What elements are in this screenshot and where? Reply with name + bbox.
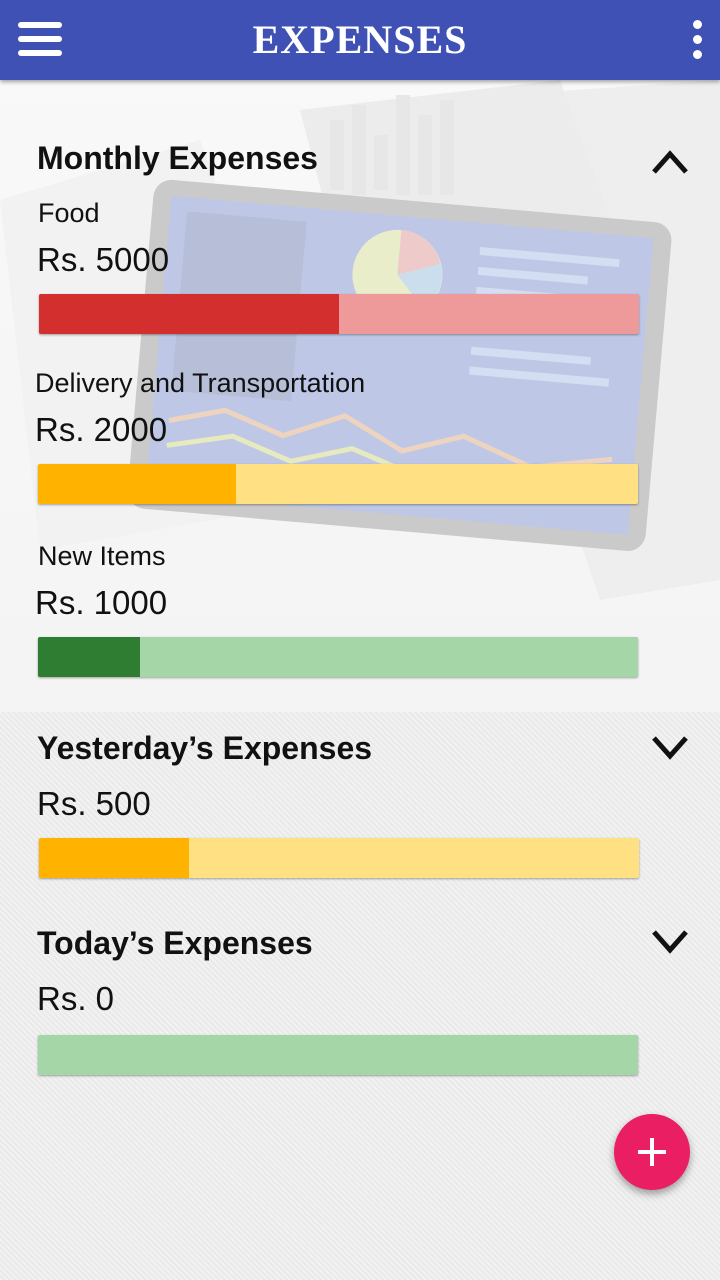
expense-item-label-delivery: Delivery and Transportation <box>35 368 366 398</box>
progress-bar-today <box>38 1035 638 1075</box>
yesterday-amount: Rs. 500 <box>37 785 151 822</box>
progress-fill-delivery <box>38 464 236 504</box>
app-bar: EXPENSES <box>0 0 720 80</box>
progress-bar-delivery <box>38 464 638 504</box>
app-title: EXPENSES <box>252 17 468 62</box>
chevron-up-icon[interactable] <box>650 146 690 176</box>
expense-item-amount-new-items: Rs. 1000 <box>35 584 168 621</box>
today-expenses-title: Today’s Expenses <box>37 925 313 961</box>
expense-item-label-new-items: New Items <box>38 541 166 571</box>
progress-bar-food <box>39 294 639 334</box>
progress-fill-new-items <box>38 637 140 677</box>
progress-fill-food <box>39 294 339 334</box>
expense-item-amount-food: Rs. 5000 <box>37 241 170 278</box>
expense-item-amount-delivery: Rs. 2000 <box>35 411 168 448</box>
progress-fill-yesterday <box>39 838 189 878</box>
chevron-down-icon[interactable] <box>650 926 690 956</box>
chevron-down-icon[interactable] <box>650 732 690 762</box>
more-vert-icon[interactable] <box>690 20 704 62</box>
progress-bar-new-items <box>38 637 638 677</box>
monthly-expenses-title: Monthly Expenses <box>37 140 318 176</box>
add-expense-button[interactable] <box>614 1114 690 1190</box>
today-amount: Rs. 0 <box>37 980 115 1017</box>
expense-item-label-food: Food <box>38 198 100 228</box>
yesterday-expenses-title: Yesterday’s Expenses <box>37 730 373 766</box>
plus-icon <box>638 1138 666 1166</box>
progress-bar-yesterday <box>39 838 639 878</box>
